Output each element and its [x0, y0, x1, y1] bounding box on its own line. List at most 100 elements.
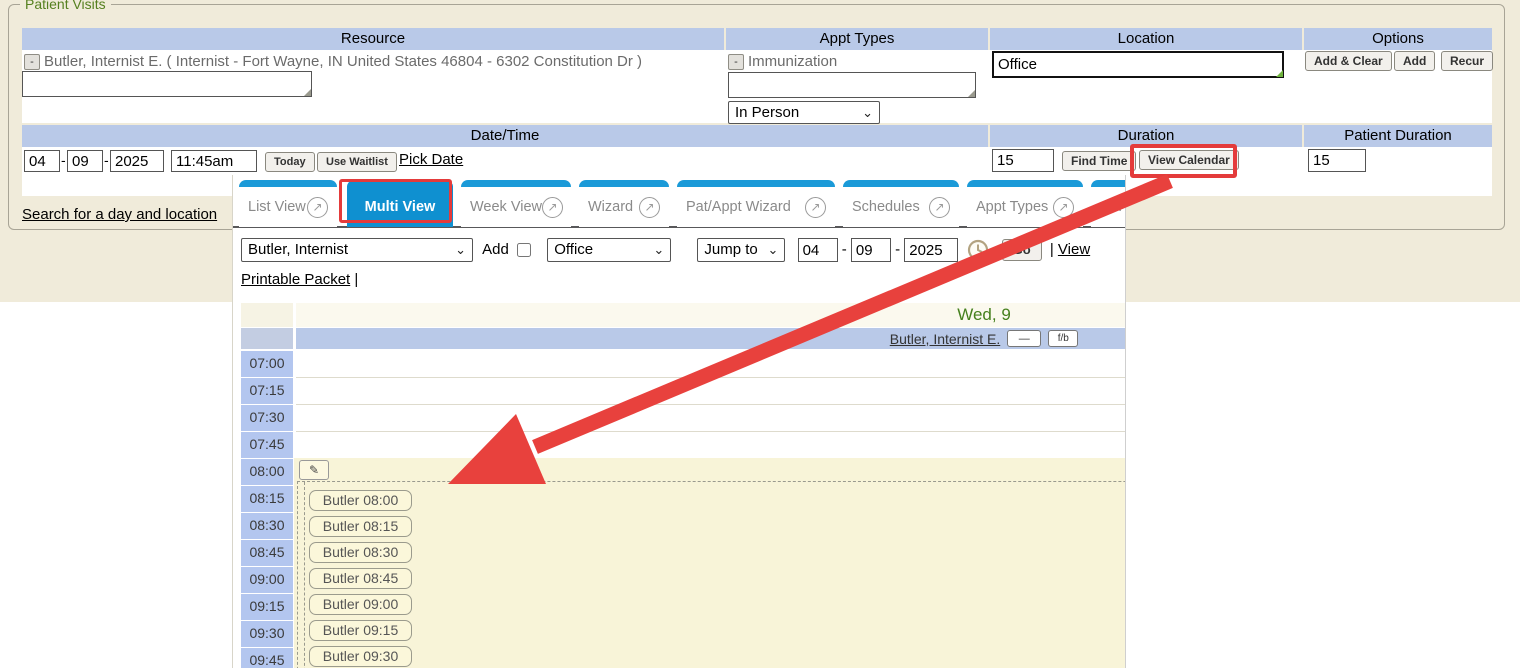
external-link-icon[interactable]: ↗	[929, 197, 950, 218]
tab-schedules[interactable]: Schedules ↗	[843, 180, 959, 227]
resource-search-input[interactable]	[22, 71, 312, 97]
jump-day-input[interactable]	[851, 238, 891, 262]
location-input[interactable]	[992, 51, 1284, 78]
recur-button[interactable]: Recur	[1441, 51, 1493, 71]
datetime-column-header: Date/Time	[22, 125, 988, 147]
external-link-icon[interactable]: ↗	[1053, 197, 1074, 218]
search-day-location-link[interactable]: Search for a day and location	[22, 206, 217, 223]
clock-icon[interactable]	[967, 239, 989, 261]
time-label: 07:00	[241, 351, 293, 377]
open-slot-button[interactable]: Butler 08:45	[309, 568, 412, 589]
open-slot-button[interactable]: Butler 09:15	[309, 620, 412, 641]
options-column-header: Options	[1304, 28, 1492, 50]
jump-to-select-value: Jump to	[704, 235, 757, 265]
chevron-down-icon: ⌄	[862, 105, 873, 121]
external-link-icon[interactable]: ↗	[542, 197, 563, 218]
jump-month-input[interactable]	[798, 238, 838, 262]
collapse-column-button[interactable]: —	[1007, 330, 1041, 347]
time-label: 08:00	[241, 459, 293, 485]
time-label: 09:15	[241, 594, 293, 620]
tab-label: Appt Types	[976, 199, 1048, 215]
edit-slot-button[interactable]: ✎	[299, 460, 329, 480]
open-slot-button[interactable]: Butler 08:30	[309, 542, 412, 563]
resource-bar-link[interactable]: Butler, Internist E.	[890, 331, 1001, 347]
pick-date-link[interactable]: Pick Date	[399, 151, 463, 168]
date-separator: -	[895, 241, 900, 258]
location-select[interactable]: Office ⌄	[547, 238, 671, 262]
external-link-icon[interactable]: ↗	[307, 197, 328, 218]
month-input[interactable]	[24, 150, 60, 172]
tab-label: Wizard	[588, 199, 633, 215]
day-input[interactable]	[67, 150, 103, 172]
fieldset-legend: Patient Visits	[20, 0, 111, 12]
tab-pat-appt-wizard[interactable]: Pat/Appt Wizard ↗	[677, 180, 835, 227]
resource-collapse-button[interactable]: -	[24, 54, 40, 70]
date-separator: -	[842, 241, 847, 258]
add-button[interactable]: Add	[1394, 51, 1435, 71]
resource-column-header: Resource	[22, 28, 724, 50]
time-label: 09:30	[241, 621, 293, 647]
location-input-wrap	[992, 51, 1284, 78]
page: Patient Visits Resource Appt Types Locat…	[0, 0, 1520, 668]
tab-week-view[interactable]: Week View ↗	[461, 180, 571, 227]
tab-list-view[interactable]: List View ↗	[239, 180, 337, 227]
date-separator: -	[104, 152, 109, 168]
tab-label: List View	[248, 199, 306, 215]
tab-appt-types[interactable]: Appt Types ↗	[967, 180, 1083, 227]
day-header: Wed, 9	[296, 303, 1126, 327]
time-input[interactable]	[171, 150, 257, 172]
year-input[interactable]	[110, 150, 164, 172]
free-busy-button[interactable]: f/b	[1048, 330, 1078, 347]
multi-view-highlight-box	[339, 179, 452, 223]
time-column-header-cell	[241, 303, 293, 327]
tab-partial[interactable]: Cur	[1091, 180, 1126, 227]
tab-label: Schedules	[852, 199, 920, 215]
jump-year-input[interactable]	[904, 238, 958, 262]
open-slot-button[interactable]: Butler 08:15	[309, 516, 412, 537]
time-label: 07:30	[241, 405, 293, 431]
appt-types-column-header: Appt Types	[726, 28, 988, 50]
use-waitlist-button[interactable]: Use Waitlist	[317, 152, 397, 172]
resource-select-value: Butler, Internist	[248, 235, 348, 265]
chevron-down-icon: ⌄	[653, 235, 664, 265]
resource-bar: Butler, Internist E. — f/b	[296, 328, 1126, 349]
tab-wizard[interactable]: Wizard ↗	[579, 180, 669, 227]
patient-duration-input[interactable]	[1308, 149, 1366, 172]
row-separator	[296, 404, 1126, 405]
pipe-separator: |	[354, 271, 358, 288]
appt-search-input[interactable]	[728, 72, 976, 98]
external-link-icon[interactable]: ↗	[805, 197, 826, 218]
edit-pencil-icon: ✎	[309, 463, 319, 477]
calendar-controls: Butler, Internist ⌄ Add Office ⌄ Jump to…	[241, 235, 1125, 295]
find-time-button[interactable]: Find Time	[1062, 151, 1136, 171]
patient-duration-column-header: Patient Duration	[1304, 125, 1492, 147]
appt-selected-label: Immunization	[748, 53, 837, 70]
slot-group-container	[297, 481, 1126, 668]
resource-select[interactable]: Butler, Internist ⌄	[241, 238, 473, 262]
time-label: 08:45	[241, 540, 293, 566]
slot-group-inner-rule	[304, 482, 305, 668]
duration-input[interactable]	[992, 149, 1054, 172]
location-column-header: Location	[990, 28, 1302, 50]
time-label: 08:15	[241, 486, 293, 512]
tab-label: Week View	[470, 199, 542, 215]
add-checkbox-label: Add	[482, 241, 509, 258]
today-button[interactable]: Today	[265, 152, 315, 172]
row-separator	[296, 431, 1126, 432]
in-person-select[interactable]: In Person ⌄	[728, 101, 880, 124]
add-and-clear-button[interactable]: Add & Clear	[1305, 51, 1392, 71]
go-button[interactable]: Go	[1002, 239, 1042, 261]
open-slot-button[interactable]: Butler 09:30	[309, 646, 412, 667]
open-slot-button[interactable]: Butler 09:00	[309, 594, 412, 615]
multi-view-panel: List View ↗ Multi View Week View ↗ Wizar…	[232, 175, 1126, 668]
appt-collapse-button[interactable]: -	[728, 54, 744, 70]
resource-bar-time-cell	[241, 328, 293, 349]
external-link-icon[interactable]: ↗	[639, 197, 660, 218]
appt-search-wrap	[728, 72, 976, 98]
open-slot-button[interactable]: Butler 08:00	[309, 490, 412, 511]
chevron-down-icon: ⌄	[767, 235, 778, 265]
tab-label: Pat/Appt Wizard	[686, 199, 791, 215]
add-checkbox[interactable]	[517, 243, 531, 257]
jump-to-select[interactable]: Jump to ⌄	[697, 238, 785, 262]
chevron-down-icon: ⌄	[455, 235, 466, 265]
